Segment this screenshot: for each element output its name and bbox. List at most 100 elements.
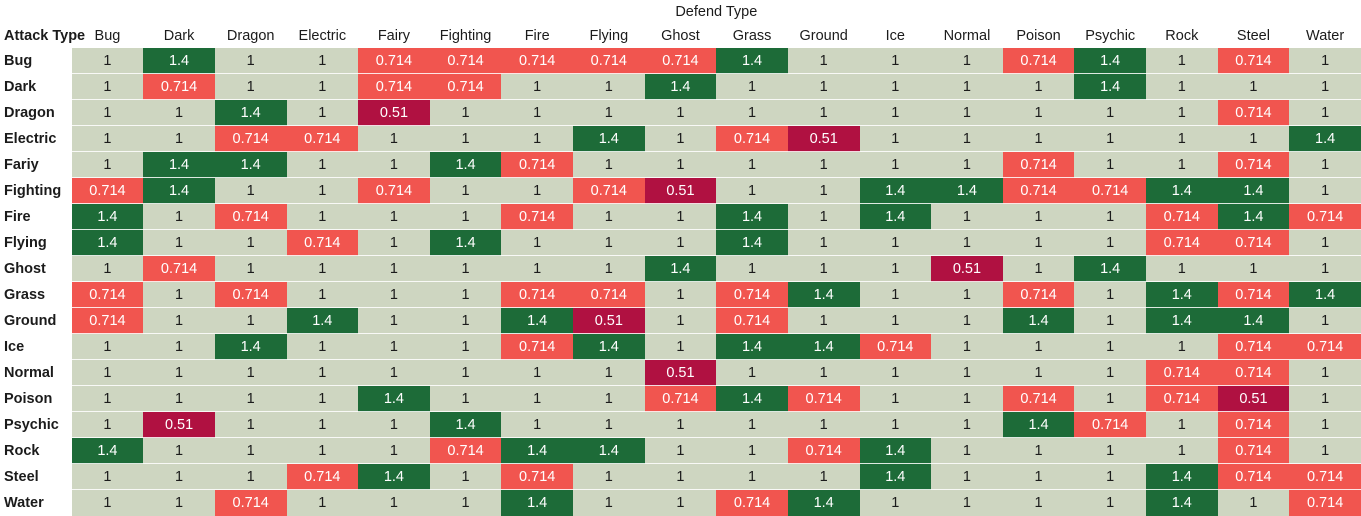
cell-ghost-vs-normal: 0.51 bbox=[931, 256, 1003, 282]
cell-water-vs-fighting: 1 bbox=[429, 490, 502, 516]
super-header-spacer bbox=[0, 0, 72, 20]
cell-water-vs-ground: 1.4 bbox=[787, 490, 860, 516]
cell-fighting-vs-ghost: 0.51 bbox=[644, 178, 717, 204]
cell-ice-vs-flying: 1.4 bbox=[573, 334, 645, 360]
cell-psychic-vs-normal: 1 bbox=[931, 412, 1003, 438]
cell-ground-vs-psychic: 1 bbox=[1074, 308, 1146, 334]
cell-dark-vs-ghost: 1.4 bbox=[644, 74, 717, 100]
cell-dragon-vs-electric: 1 bbox=[286, 100, 359, 126]
cell-fariy-vs-poison: 0.714 bbox=[1002, 152, 1075, 178]
cell-bug-vs-psychic: 1.4 bbox=[1074, 48, 1146, 74]
cell-dragon-vs-steel: 0.714 bbox=[1217, 100, 1290, 126]
cell-dark-vs-fighting: 0.714 bbox=[429, 74, 502, 100]
cell-poison-vs-flying: 1 bbox=[573, 386, 645, 412]
cell-ground-vs-dark: 1 bbox=[143, 308, 215, 334]
cell-flying-vs-electric: 0.714 bbox=[286, 230, 359, 256]
cell-ground-vs-grass: 0.714 bbox=[716, 308, 788, 334]
cell-dragon-vs-normal: 1 bbox=[931, 100, 1003, 126]
cell-rock-vs-grass: 1 bbox=[716, 438, 788, 464]
cell-ground-vs-fairy: 1 bbox=[358, 308, 430, 334]
cell-grass-vs-steel: 0.714 bbox=[1217, 282, 1290, 308]
cell-steel-vs-steel: 0.714 bbox=[1217, 464, 1290, 490]
cell-ghost-vs-ground: 1 bbox=[787, 256, 860, 282]
cell-normal-vs-rock: 0.714 bbox=[1146, 360, 1218, 386]
cell-normal-vs-dark: 1 bbox=[143, 360, 215, 386]
cell-fire-vs-fire: 0.714 bbox=[501, 204, 573, 230]
cell-fighting-vs-fairy: 0.714 bbox=[358, 178, 430, 204]
cell-dragon-vs-ice: 1 bbox=[859, 100, 932, 126]
cell-bug-vs-dragon: 1 bbox=[214, 48, 287, 74]
cell-ghost-vs-electric: 1 bbox=[286, 256, 359, 282]
cell-grass-vs-flying: 0.714 bbox=[573, 282, 645, 308]
cell-fariy-vs-ground: 1 bbox=[787, 152, 860, 178]
cell-poison-vs-fairy: 1.4 bbox=[358, 386, 430, 412]
cell-dragon-vs-water: 1 bbox=[1289, 100, 1361, 126]
cell-fire-vs-psychic: 1 bbox=[1074, 204, 1146, 230]
column-header-electric: Electric bbox=[286, 20, 359, 48]
cell-ice-vs-electric: 1 bbox=[286, 334, 359, 360]
cell-flying-vs-dark: 1 bbox=[143, 230, 215, 256]
cell-ice-vs-ghost: 1 bbox=[644, 334, 717, 360]
cell-bug-vs-grass: 1.4 bbox=[716, 48, 788, 74]
table-row: Dragon 1 1 1.4 1 0.51 1 1 1 1 1 1 1 1 1 1 1 0.714 1 bbox=[0, 100, 1361, 126]
cell-ghost-vs-flying: 1 bbox=[573, 256, 645, 282]
cell-electric-vs-bug: 1 bbox=[71, 126, 144, 152]
cell-dark-vs-steel: 1 bbox=[1217, 74, 1290, 100]
cell-normal-vs-normal: 1 bbox=[931, 360, 1003, 386]
cell-ground-vs-electric: 1.4 bbox=[286, 308, 359, 334]
row-header-grass: Grass bbox=[0, 282, 72, 308]
cell-steel-vs-dragon: 1 bbox=[214, 464, 287, 490]
cell-ice-vs-steel: 0.714 bbox=[1217, 334, 1290, 360]
cell-ice-vs-dragon: 1.4 bbox=[214, 334, 287, 360]
cell-fighting-vs-fighting: 1 bbox=[429, 178, 502, 204]
cell-water-vs-rock: 1.4 bbox=[1146, 490, 1218, 516]
cell-poison-vs-psychic: 1 bbox=[1074, 386, 1146, 412]
row-header-fighting: Fighting bbox=[0, 178, 72, 204]
cell-ghost-vs-fighting: 1 bbox=[429, 256, 502, 282]
cell-fire-vs-electric: 1 bbox=[286, 204, 359, 230]
row-header-rock: Rock bbox=[0, 438, 72, 464]
type-effectiveness-heatmap: Defend Type Attack Type Bug Dark Dragon Ele… bbox=[0, 0, 1361, 516]
cell-dragon-vs-fairy: 0.51 bbox=[358, 100, 430, 126]
cell-ice-vs-fairy: 1 bbox=[358, 334, 430, 360]
cell-ice-vs-bug: 1 bbox=[71, 334, 144, 360]
table-row: Water 1 1 0.714 1 1 1 1.4 1 1 0.714 1.4 1 1 1 1 1.4 1 0.71… bbox=[0, 490, 1361, 516]
cell-flying-vs-ground: 1 bbox=[787, 230, 860, 256]
cell-fariy-vs-dark: 1.4 bbox=[143, 152, 215, 178]
cell-dark-vs-water: 1 bbox=[1289, 74, 1361, 100]
cell-bug-vs-poison: 0.714 bbox=[1002, 48, 1075, 74]
cell-electric-vs-dragon: 0.714 bbox=[214, 126, 287, 152]
cell-dragon-vs-psychic: 1 bbox=[1074, 100, 1146, 126]
column-header-rock: Rock bbox=[1146, 20, 1218, 48]
cell-fighting-vs-poison: 0.714 bbox=[1002, 178, 1075, 204]
row-header-electric: Electric bbox=[0, 126, 72, 152]
cell-fariy-vs-water: 1 bbox=[1289, 152, 1361, 178]
cell-ice-vs-ice: 0.714 bbox=[859, 334, 932, 360]
cell-normal-vs-ice: 1 bbox=[859, 360, 932, 386]
cell-dark-vs-bug: 1 bbox=[71, 74, 144, 100]
cell-poison-vs-fighting: 1 bbox=[429, 386, 502, 412]
cell-fariy-vs-rock: 1 bbox=[1146, 152, 1218, 178]
cell-rock-vs-bug: 1.4 bbox=[71, 438, 144, 464]
cell-flying-vs-fairy: 1 bbox=[358, 230, 430, 256]
row-header-psychic: Psychic bbox=[0, 412, 72, 438]
cell-rock-vs-fairy: 1 bbox=[358, 438, 430, 464]
cell-dragon-vs-ghost: 1 bbox=[644, 100, 717, 126]
cell-fariy-vs-ghost: 1 bbox=[644, 152, 717, 178]
cell-poison-vs-bug: 1 bbox=[71, 386, 144, 412]
cell-flying-vs-steel: 0.714 bbox=[1217, 230, 1290, 256]
cell-grass-vs-fairy: 1 bbox=[358, 282, 430, 308]
cell-fire-vs-ground: 1 bbox=[787, 204, 860, 230]
cell-electric-vs-flying: 1.4 bbox=[573, 126, 645, 152]
column-header-row: Attack Type Bug Dark Dragon Electric Fairy Fi… bbox=[0, 20, 1361, 48]
cell-dark-vs-fairy: 0.714 bbox=[358, 74, 430, 100]
cell-ghost-vs-psychic: 1.4 bbox=[1074, 256, 1146, 282]
cell-water-vs-ghost: 1 bbox=[644, 490, 717, 516]
cell-fire-vs-dragon: 0.714 bbox=[214, 204, 287, 230]
cell-normal-vs-fairy: 1 bbox=[358, 360, 430, 386]
cell-psychic-vs-electric: 1 bbox=[286, 412, 359, 438]
cell-ice-vs-water: 0.714 bbox=[1289, 334, 1361, 360]
cell-grass-vs-grass: 0.714 bbox=[716, 282, 788, 308]
table-row: Bug 1 1.4 1 1 0.714 0.714 0.714 0.714 0.714 1.4 1 1 1… bbox=[0, 48, 1361, 74]
table-row: Electric 1 1 0.714 0.714 1 1 1 1.4 1 0.714 0.51 1 1 1 1… bbox=[0, 126, 1361, 152]
